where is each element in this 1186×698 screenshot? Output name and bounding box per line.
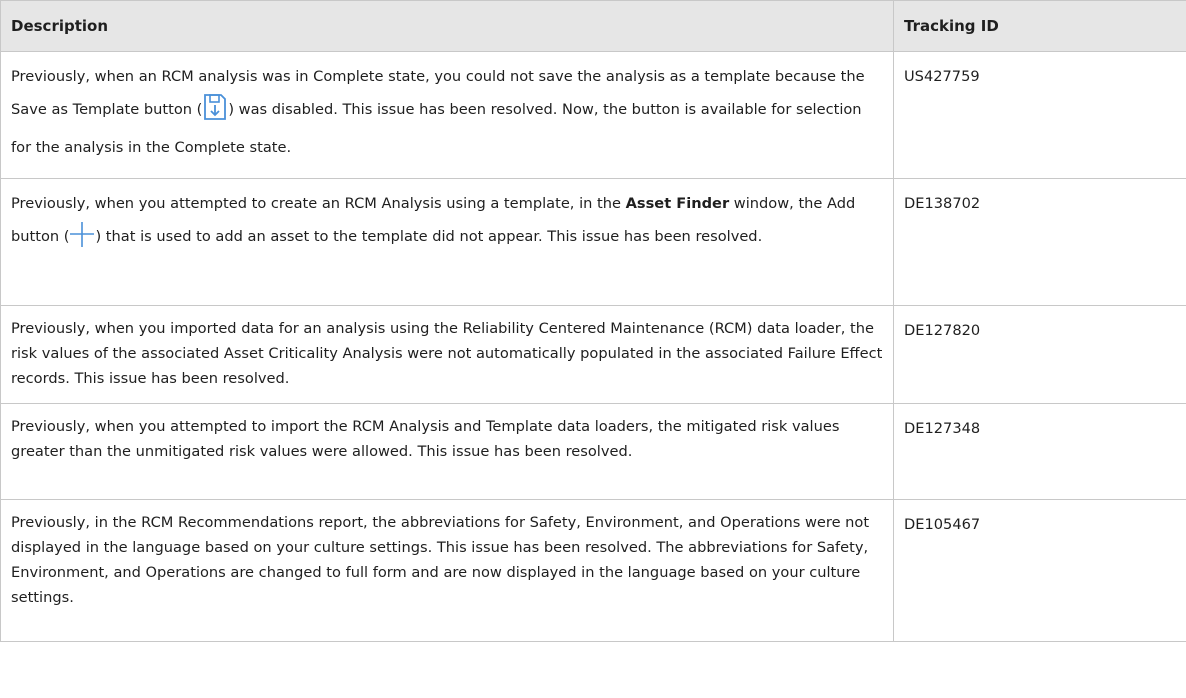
description-cell: Previously, when an RCM analysis was in … — [0, 51, 894, 179]
save-as-template-icon — [202, 92, 228, 133]
release-notes-table: Description Tracking ID Previously, when… — [0, 0, 1186, 642]
description-text: Previously, when you attempted to create… — [11, 195, 626, 212]
table-row: Previously, in the RCM Recommendations r… — [0, 499, 1186, 642]
tracking-id-cell: DE138702 — [893, 178, 1186, 306]
table-header-row: Description Tracking ID — [0, 0, 1186, 52]
table-row: Previously, when you attempted to create… — [0, 178, 1186, 306]
description-text: ) that is used to add an asset to the te… — [95, 228, 763, 245]
tracking-id-cell: DE105467 — [893, 499, 1186, 642]
description-cell: Previously, when you imported data for a… — [0, 305, 894, 404]
tracking-id-cell: US427759 — [893, 51, 1186, 179]
table-row: Previously, when you attempted to import… — [0, 403, 1186, 500]
description-cell: Previously, when you attempted to import… — [0, 403, 894, 500]
column-header-description: Description — [0, 0, 894, 52]
add-icon — [69, 219, 95, 260]
tracking-id-cell: DE127348 — [893, 403, 1186, 500]
description-cell: Previously, when you attempted to create… — [0, 178, 894, 306]
asset-finder-label: Asset Finder — [625, 195, 730, 212]
table-row: Previously, when an RCM analysis was in … — [0, 51, 1186, 179]
table-row: Previously, when you imported data for a… — [0, 305, 1186, 404]
tracking-id-cell: DE127820 — [893, 305, 1186, 404]
column-header-tracking-id: Tracking ID — [893, 0, 1186, 52]
description-cell: Previously, in the RCM Recommendations r… — [0, 499, 894, 642]
